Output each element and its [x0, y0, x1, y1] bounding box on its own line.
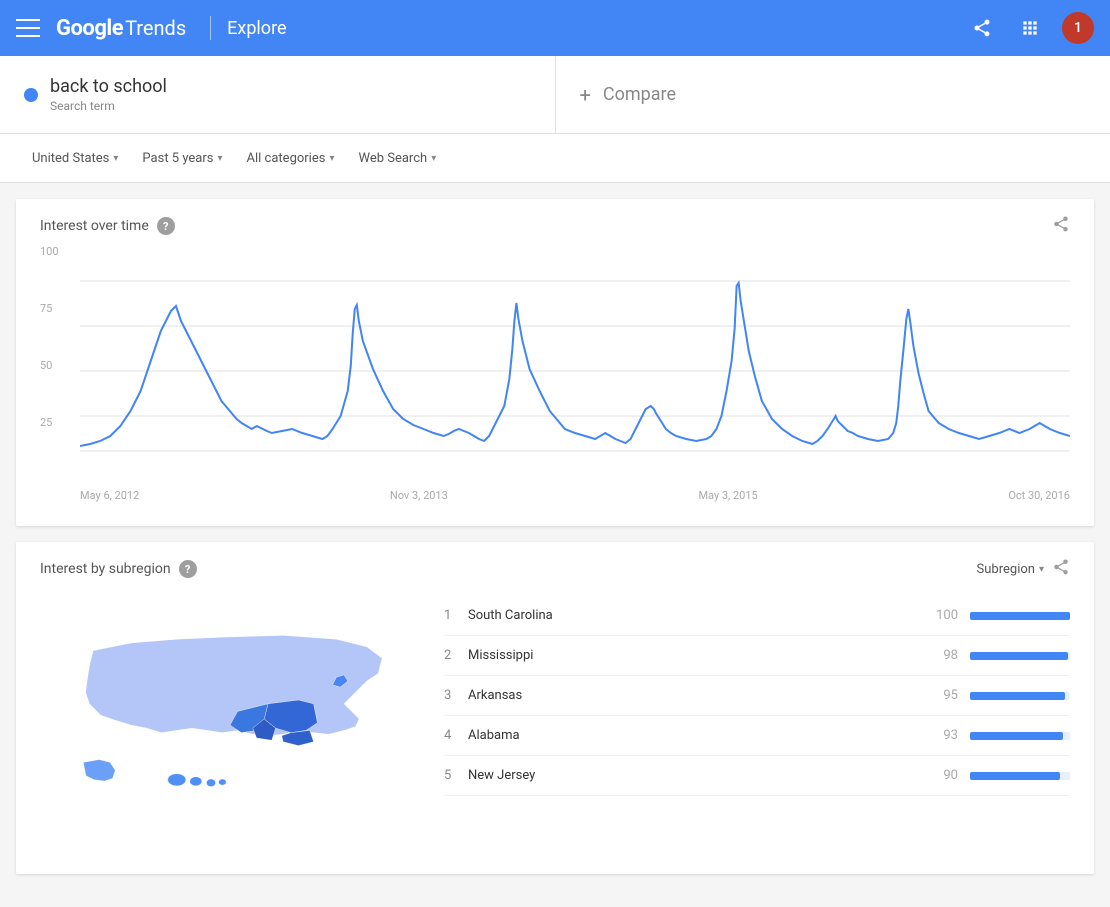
ranking-number: 2 — [444, 648, 468, 663]
x-label-1: Nov 3, 2013 — [390, 489, 448, 502]
x-label-2: May 3, 2015 — [698, 489, 757, 502]
iot-chart: 100 75 50 25 May 6, 2012 Nov 3, 20 — [40, 245, 1070, 502]
card-title-row-ibs: Interest by subregion ? — [40, 560, 197, 578]
interest-over-time-card: Interest over time ? 100 75 50 25 — [16, 199, 1094, 526]
time-label: Past 5 years — [142, 151, 213, 166]
ranking-score: 98 — [918, 648, 958, 663]
ranking-number: 1 — [444, 608, 468, 623]
ranking-bar — [970, 692, 1065, 700]
ranking-name: South Carolina — [468, 608, 918, 623]
ranking-bar-container — [970, 612, 1070, 620]
region-filter[interactable]: United States ▾ — [24, 140, 126, 176]
search-term-box[interactable]: back to school Search term — [0, 56, 556, 133]
subregion-header-right: Subregion ▾ — [977, 558, 1070, 580]
y-label-75: 75 — [40, 302, 59, 315]
card-title-row-iot: Interest over time ? — [40, 217, 175, 235]
user-avatar[interactable]: 1 — [1062, 12, 1094, 44]
rankings-container: 1 South Carolina 100 2 Mississippi 98 3 … — [444, 588, 1070, 850]
ranking-bar-container — [970, 692, 1070, 700]
ranking-bar-container — [970, 652, 1070, 660]
search-term-subtype: Search term — [50, 99, 167, 113]
main-content: Interest over time ? 100 75 50 25 — [0, 183, 1110, 906]
ranking-row: 5 New Jersey 90 — [444, 756, 1070, 796]
subregion-content: 1 South Carolina 100 2 Mississippi 98 3 … — [40, 588, 1070, 850]
subregion-chevron-icon: ▾ — [1039, 564, 1044, 575]
ranking-bar — [970, 772, 1060, 780]
x-label-3: Oct 30, 2016 — [1008, 489, 1070, 502]
ranking-name: Arkansas — [468, 688, 918, 703]
ranking-number: 3 — [444, 688, 468, 703]
header-actions: 1 — [966, 12, 1094, 44]
apps-grid-icon[interactable] — [1014, 12, 1046, 44]
search-term-text: back to school — [50, 76, 167, 97]
app-logo: Google Trends — [56, 16, 186, 41]
header-divider — [210, 16, 211, 40]
ranking-number: 5 — [444, 768, 468, 783]
ranking-number: 4 — [444, 728, 468, 743]
x-label-0: May 6, 2012 — [80, 489, 139, 502]
time-filter[interactable]: Past 5 years ▾ — [134, 140, 230, 176]
us-map-container — [40, 588, 420, 850]
compare-plus-icon: + — [580, 83, 591, 107]
ranking-row: 3 Arkansas 95 — [444, 676, 1070, 716]
trends-wordmark: Trends — [125, 16, 186, 40]
card-header-iot: Interest over time ? — [40, 215, 1070, 237]
y-label-100: 100 — [40, 245, 59, 258]
hamburger-menu-icon[interactable] — [16, 16, 40, 40]
compare-label: Compare — [603, 84, 676, 105]
ranking-bar-container — [970, 772, 1070, 780]
search-type-filter[interactable]: Web Search ▾ — [350, 140, 444, 176]
share-icon[interactable] — [966, 12, 998, 44]
ibs-title: Interest by subregion — [40, 561, 171, 577]
ranking-row: 4 Alabama 93 — [444, 716, 1070, 756]
google-wordmark: Google — [56, 16, 123, 41]
ranking-name: Mississippi — [468, 648, 918, 663]
category-chevron-icon: ▾ — [329, 153, 334, 164]
ranking-score: 93 — [918, 728, 958, 743]
y-label-50: 50 — [40, 359, 59, 372]
ranking-row: 1 South Carolina 100 — [444, 596, 1070, 636]
iot-x-labels: May 6, 2012 Nov 3, 2013 May 3, 2015 Oct … — [80, 489, 1070, 502]
search-row: back to school Search term + Compare — [0, 56, 1110, 134]
us-map-svg — [40, 604, 420, 834]
subregion-dropdown[interactable]: Subregion ▾ — [977, 562, 1044, 577]
iot-share-icon[interactable] — [1052, 215, 1070, 237]
y-label-25: 25 — [40, 416, 59, 429]
ranking-name: Alabama — [468, 728, 918, 743]
ranking-bar-container — [970, 732, 1070, 740]
ranking-bar — [970, 732, 1063, 740]
region-chevron-icon: ▾ — [113, 153, 118, 164]
ranking-bar — [970, 652, 1068, 660]
interest-by-subregion-card: Interest by subregion ? Subregion ▾ — [16, 542, 1094, 874]
iot-svg — [80, 261, 1070, 481]
subregion-dropdown-label: Subregion — [977, 562, 1035, 577]
section-label: Explore — [227, 18, 286, 39]
iot-help-icon[interactable]: ? — [157, 217, 175, 235]
compare-box[interactable]: + Compare — [556, 56, 1110, 133]
category-filter[interactable]: All categories ▾ — [239, 140, 343, 176]
ranking-score: 95 — [918, 688, 958, 703]
ranking-row: 2 Mississippi 98 — [444, 636, 1070, 676]
region-label: United States — [32, 151, 109, 166]
ibs-help-icon[interactable]: ? — [179, 560, 197, 578]
search-term-info: back to school Search term — [50, 76, 167, 113]
ranking-score: 100 — [918, 608, 958, 623]
time-chevron-icon: ▾ — [217, 153, 222, 164]
header: Google Trends Explore 1 — [0, 0, 1110, 56]
iot-title: Interest over time — [40, 218, 149, 234]
search-area: back to school Search term + Compare Uni… — [0, 56, 1110, 183]
ranking-bar — [970, 612, 1070, 620]
search-term-dot — [24, 88, 38, 102]
filters-row: United States ▾ Past 5 years ▾ All categ… — [0, 134, 1110, 182]
search-type-chevron-icon: ▾ — [431, 153, 436, 164]
ranking-score: 90 — [918, 768, 958, 783]
ranking-name: New Jersey — [468, 768, 918, 783]
ibs-share-icon[interactable] — [1052, 558, 1070, 580]
category-label: All categories — [247, 151, 326, 166]
card-header-ibs: Interest by subregion ? Subregion ▾ — [40, 558, 1070, 580]
search-type-label: Web Search — [358, 151, 427, 166]
